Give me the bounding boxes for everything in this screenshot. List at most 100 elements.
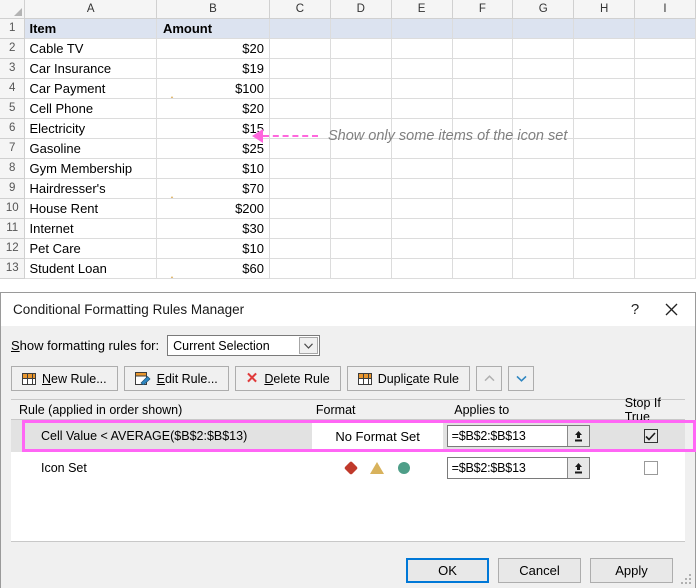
row-header-2[interactable]: 2 [0, 37, 26, 59]
cell-c1[interactable] [269, 18, 331, 39]
dialog-titlebar[interactable]: Conditional Formatting Rules Manager ? [1, 293, 695, 326]
move-rule-up-button[interactable] [476, 366, 502, 391]
cell-d5[interactable] [330, 98, 392, 119]
help-icon[interactable]: ? [617, 296, 653, 324]
cell-h12[interactable] [573, 238, 636, 259]
cell-b13[interactable]: $60 [156, 258, 270, 279]
cell-i10[interactable] [634, 198, 696, 219]
cell-h10[interactable] [573, 198, 636, 219]
cell-b3[interactable]: $19 [156, 58, 270, 79]
cell-b12[interactable]: $10 [156, 238, 270, 259]
cell-b4[interactable]: $100 [156, 78, 270, 99]
resize-grip[interactable] [680, 573, 692, 585]
cell-d8[interactable] [330, 158, 392, 179]
cell-g11[interactable] [512, 218, 575, 239]
cell-d10[interactable] [330, 198, 392, 219]
column-header-f[interactable]: F [451, 0, 514, 19]
cancel-button[interactable]: Cancel [498, 557, 581, 583]
column-header-h[interactable]: H [573, 0, 636, 19]
cell-g10[interactable] [512, 198, 575, 219]
cell-g8[interactable] [512, 158, 575, 179]
cell-f4[interactable] [452, 78, 514, 99]
range-selector-icon[interactable] [566, 426, 589, 446]
cell-f2[interactable] [452, 38, 514, 59]
row-header-6[interactable]: 6 [0, 117, 26, 139]
cell-e5[interactable] [391, 98, 453, 119]
cell-c3[interactable] [269, 58, 331, 79]
column-header-e[interactable]: E [390, 0, 453, 19]
cell-b7[interactable]: $25 [156, 138, 270, 159]
cell-a11[interactable]: Internet [24, 218, 157, 239]
cell-c12[interactable] [269, 238, 331, 259]
cell-g5[interactable] [512, 98, 575, 119]
cell-e12[interactable] [391, 238, 453, 259]
column-header-a[interactable]: A [24, 0, 157, 19]
cell-d3[interactable] [330, 58, 392, 79]
cell-d2[interactable] [330, 38, 392, 59]
applies-to-input[interactable]: =$B$2:$B$13 [448, 458, 567, 478]
cell-h8[interactable] [573, 158, 636, 179]
cell-g6[interactable] [512, 118, 575, 139]
cell-c11[interactable] [269, 218, 331, 239]
cell-f12[interactable] [452, 238, 514, 259]
cell-h9[interactable] [573, 178, 636, 199]
cell-c6[interactable] [269, 118, 331, 139]
row-header-10[interactable]: 10 [0, 197, 26, 219]
row-header-4[interactable]: 4 [0, 77, 26, 99]
cell-c2[interactable] [269, 38, 331, 59]
rules-table-body[interactable]: Cell Value < AVERAGE($B$2:$B$13) No Forma… [11, 420, 696, 542]
rule-format-preview[interactable]: No Format Set [309, 423, 447, 449]
cell-g2[interactable] [512, 38, 575, 59]
cell-c7[interactable] [269, 138, 331, 159]
close-icon[interactable] [653, 296, 689, 324]
cell-b6[interactable]: $15 [156, 118, 270, 139]
cell-f8[interactable] [452, 158, 514, 179]
cell-d1[interactable] [330, 18, 392, 39]
row-header-1[interactable]: 1 [0, 17, 26, 39]
cell-h4[interactable] [573, 78, 636, 99]
cell-f3[interactable] [452, 58, 514, 79]
row-header-9[interactable]: 9 [0, 177, 26, 199]
cell-b5[interactable]: $20 [156, 98, 270, 119]
cell-i5[interactable] [634, 98, 696, 119]
cell-b8[interactable]: $10 [156, 158, 270, 179]
cell-d6[interactable] [330, 118, 392, 139]
cell-e4[interactable] [391, 78, 453, 99]
cell-a2[interactable]: Cable TV [24, 38, 157, 59]
cell-a13[interactable]: Student Loan [24, 258, 157, 279]
cell-h11[interactable] [573, 218, 636, 239]
cell-f11[interactable] [452, 218, 514, 239]
stop-if-true-checkbox[interactable] [643, 461, 658, 475]
cell-g3[interactable] [512, 58, 575, 79]
new-rule-button[interactable]: New Rule... [11, 366, 118, 391]
cell-g13[interactable] [512, 258, 575, 279]
cell-f7[interactable] [452, 138, 514, 159]
cell-c10[interactable] [269, 198, 331, 219]
cell-e2[interactable] [391, 38, 453, 59]
cell-f9[interactable] [452, 178, 514, 199]
column-header-d[interactable]: D [329, 0, 392, 19]
cell-i2[interactable] [634, 38, 696, 59]
row-header-3[interactable]: 3 [0, 57, 26, 79]
cell-i1[interactable] [634, 18, 696, 39]
cell-d13[interactable] [330, 258, 392, 279]
cell-e8[interactable] [391, 158, 453, 179]
cell-c13[interactable] [269, 258, 331, 279]
row-header-12[interactable]: 12 [0, 237, 26, 259]
cell-f5[interactable] [452, 98, 514, 119]
cell-c8[interactable] [269, 158, 331, 179]
rule-row[interactable]: Icon Set =$B$2:$B$13 [11, 452, 685, 484]
cell-d4[interactable] [330, 78, 392, 99]
cell-a4[interactable]: Car Payment [24, 78, 157, 99]
cell-h6[interactable] [573, 118, 636, 139]
select-all-corner[interactable] [0, 0, 26, 19]
cell-h13[interactable] [573, 258, 636, 279]
cell-h3[interactable] [573, 58, 636, 79]
cell-i11[interactable] [634, 218, 696, 239]
cell-d7[interactable] [330, 138, 392, 159]
cell-f6[interactable] [452, 118, 514, 139]
cell-c5[interactable] [269, 98, 331, 119]
applies-to-input[interactable]: =$B$2:$B$13 [448, 426, 567, 446]
chevron-down-icon[interactable] [299, 337, 319, 354]
spreadsheet-grid[interactable]: A B C D E F G H I 1 Item Amount 2 Cable … [0, 0, 696, 292]
